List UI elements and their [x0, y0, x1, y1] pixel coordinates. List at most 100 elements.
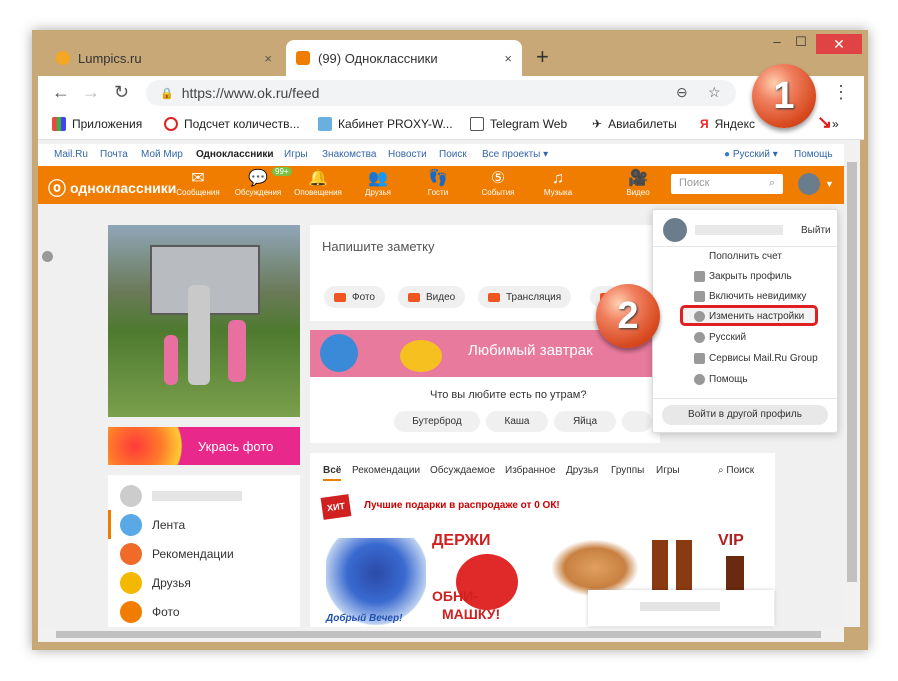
friends-icon: 👥 — [368, 170, 388, 187]
horizontal-scroll-thumb[interactable] — [56, 631, 821, 638]
close-window-button[interactable]: ✕ — [816, 34, 862, 54]
feed-tab-friends[interactable]: Друзья — [566, 465, 598, 476]
link-mailru[interactable]: Mail.Ru — [54, 149, 88, 160]
sidebar-item-recommendations[interactable]: Рекомендации — [120, 543, 234, 565]
chat-popup[interactable] — [588, 590, 774, 626]
link-dating[interactable]: Знакомства — [322, 149, 376, 160]
ok-search-input[interactable]: Поиск ⌕ — [671, 174, 783, 194]
link-games[interactable]: Игры — [284, 149, 308, 160]
tab-close-icon[interactable]: × — [264, 51, 272, 66]
tab-lumpics[interactable]: Lumpics.ru × — [46, 40, 282, 76]
bookmark-apps[interactable]: Приложения — [52, 117, 142, 131]
link-search[interactable]: Поиск — [439, 149, 467, 160]
bookmarks-more[interactable]: » — [832, 117, 839, 131]
menu-item-language[interactable]: Русский — [709, 332, 746, 343]
reload-icon[interactable]: ↻ — [114, 82, 129, 103]
plane-icon: ✈ — [592, 117, 603, 131]
maximize-button[interactable]: ☐ — [790, 34, 812, 52]
lumpics-favicon-icon — [56, 51, 70, 65]
note-placeholder: Напишите заметку — [322, 239, 435, 254]
menu-item-close-profile[interactable]: Закрыть профиль — [709, 271, 792, 282]
feed-tab-all[interactable]: Всё — [323, 465, 342, 481]
back-icon[interactable]: ← — [52, 82, 70, 103]
camera-icon — [334, 292, 346, 302]
sidebar-item-feed[interactable]: Лента — [120, 514, 185, 536]
login-other-profile-button[interactable]: Войти в другой профиль — [662, 405, 828, 425]
help-icon — [694, 374, 705, 385]
nav-messages[interactable]: ✉ Сообщения — [168, 170, 228, 197]
flowers-icon — [108, 427, 198, 465]
proxy-icon — [318, 117, 332, 131]
feed-tab-games[interactable]: Игры — [656, 465, 680, 476]
decorate-photo-button[interactable]: Укрась фото — [108, 427, 300, 465]
tab-odnoklassniki[interactable]: (99) Одноклассники × — [286, 40, 522, 76]
menu-item-invisible[interactable]: Включить невидимку — [709, 291, 806, 302]
menu-kebab-icon[interactable]: ⋮ — [832, 82, 850, 103]
food-icon — [400, 340, 442, 372]
menu-item-help[interactable]: Помощь — [709, 374, 748, 385]
wallet-icon — [42, 251, 53, 262]
tab-close-icon[interactable]: × — [504, 51, 512, 66]
bookmark-star-icon[interactable]: ☆ — [708, 84, 721, 101]
sidebar-item-friends[interactable]: Друзья — [120, 572, 191, 594]
menu-item-services[interactable]: Сервисы Mail.Ru Group — [709, 353, 818, 364]
composer-photo-button[interactable]: Фото — [324, 286, 385, 308]
poll-choice-porridge[interactable]: Каша — [486, 411, 548, 432]
feed-search-button[interactable]: ⌕ Поиск — [718, 465, 754, 476]
bookmark-counter[interactable]: Подсчет количеств... — [164, 117, 300, 131]
feed-tab-groups[interactable]: Группы — [611, 465, 644, 476]
language-dropdown[interactable]: ● Русский ▾ — [724, 149, 778, 160]
search-icon: ⌕ — [768, 177, 775, 189]
footprints-icon: 👣 — [428, 170, 448, 187]
feed-tab-recommendations[interactable]: Рекомендации — [352, 465, 420, 476]
link-ok[interactable]: Одноклассники — [196, 149, 274, 160]
nav-guests[interactable]: 👣 Гости — [408, 170, 468, 197]
address-bar[interactable]: 🔒 https://www.ok.ru/feed ⊖ ☆ — [146, 80, 736, 106]
gift-heart[interactable]: ДЕРЖИ ОБНИ- МАШКУ! — [432, 528, 542, 626]
gift-sale-banner[interactable]: Лучшие подарки в распродаже от 0 ОК! — [364, 500, 560, 511]
callout-step-2: 2 — [596, 284, 660, 348]
menu-item-settings[interactable]: Изменить настройки — [709, 311, 804, 322]
nav-notifications[interactable]: 🔔 Оповещения — [288, 170, 348, 197]
menu-item-topup[interactable]: Пополнить счет — [709, 251, 782, 262]
nav-friends[interactable]: 👥 Друзья — [348, 170, 408, 197]
poll-choice-more[interactable] — [622, 411, 652, 432]
composer-stream-button[interactable]: Трансляция — [478, 286, 572, 308]
bookmark-telegram[interactable]: Telegram Web — [470, 117, 567, 131]
sidebar-profile-name[interactable] — [120, 485, 242, 507]
profile-avatar[interactable] — [798, 173, 820, 195]
link-mail[interactable]: Почта — [100, 149, 128, 160]
bookmark-yandex[interactable]: Я Яндекс — [700, 117, 755, 131]
minimize-button[interactable]: – — [766, 34, 788, 52]
tab-label: (99) Одноклассники — [318, 50, 438, 66]
gift-coffee[interactable]: Добрый Вечер! — [326, 538, 426, 626]
hit-badge: ХИТ — [320, 494, 352, 520]
vertical-scroll-thumb[interactable] — [847, 162, 857, 582]
link-news[interactable]: Новости — [388, 149, 427, 160]
blurred-name — [640, 602, 720, 611]
composer-video-button[interactable]: Видео — [398, 286, 466, 308]
poll-choice-eggs[interactable]: Яйца — [554, 411, 616, 432]
nav-events[interactable]: ⑤ События — [468, 170, 528, 197]
logout-link[interactable]: Выйти — [801, 225, 831, 236]
sidebar-item-photos[interactable]: Фото — [120, 601, 180, 623]
link-moimir[interactable]: Мой Мир — [141, 149, 183, 160]
bookmark-avia[interactable]: ✈ Авиабилеты — [592, 117, 677, 131]
feed-tab-discussed[interactable]: Обсуждаемое — [430, 465, 495, 476]
poll-choice-sandwich[interactable]: Бутерброд — [394, 411, 480, 432]
chevron-down-icon[interactable]: ▼ — [825, 179, 834, 189]
lock-icon: 🔒 — [160, 87, 174, 100]
nav-video[interactable]: 🎥 Видео — [608, 170, 668, 197]
new-tab-button[interactable]: + — [536, 44, 549, 70]
zoom-icon[interactable]: ⊖ — [676, 84, 688, 101]
all-projects-dropdown[interactable]: Все проекты ▾ — [482, 149, 548, 160]
envelope-icon: ✉ — [191, 170, 205, 187]
ok-logo[interactable]: ⓞ одноклассники — [48, 175, 176, 201]
nav-music[interactable]: ♫ Музыка — [528, 170, 588, 197]
gift-cat[interactable] — [552, 540, 638, 596]
link-help[interactable]: Помощь — [794, 149, 833, 160]
bookmark-proxy[interactable]: Кабинет PROXY-W... — [318, 117, 453, 131]
forward-icon[interactable]: → — [82, 82, 100, 103]
feed-tab-favorites[interactable]: Избранное — [505, 465, 556, 476]
lock-icon — [694, 271, 705, 282]
